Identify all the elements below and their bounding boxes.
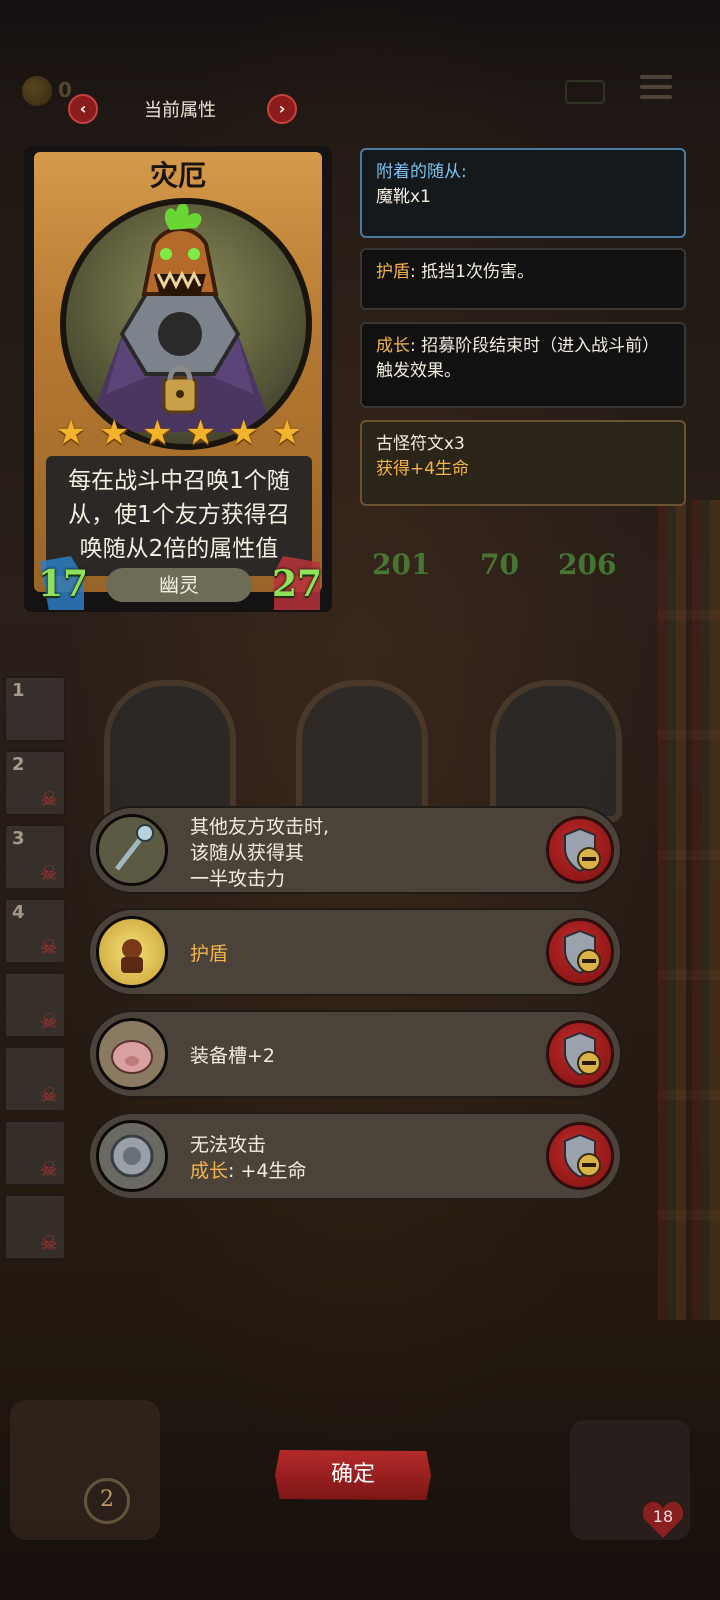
shield-ability-icon [96,916,168,988]
bookshelf-decoration [658,500,720,1320]
ability-text: 装备槽+2 [190,1043,275,1069]
ability-row: 护盾 [88,908,622,996]
slot-number: 4 [12,902,25,923]
rune-box: 古怪符文x3 获得+4生命 [360,420,686,506]
attached-title: 附着的随从: [376,162,467,182]
opponent-slot[interactable]: 4 ☠ [4,898,66,964]
ability-row: 装备槽+2 [88,1010,622,1098]
opponent-slot[interactable]: 3 ☠ [4,824,66,890]
skull-icon: ☠ [40,861,58,885]
star-rating: ★ ★ ★ ★ ★ ★ [54,416,304,450]
rune-title: 古怪符文x3 [376,434,465,454]
prev-button[interactable]: ‹ [68,94,98,124]
treasure-chest-decoration [10,1400,160,1540]
top-bar: 0 [0,60,720,130]
opponent-slot[interactable]: ☠ [4,972,66,1038]
opponent-slot[interactable]: ☠ [4,1046,66,1112]
shield-keyword-box: 护盾: 抵挡1次伤害。 [360,248,686,310]
coin-count: 0 [58,78,72,102]
growth-keyword-box: 成长: 招募阶段结束时（进入战斗前）触发效果。 [360,322,686,408]
board-minion-slot [296,680,428,822]
skull-icon: ☠ [40,1157,58,1181]
shield-keyword-text: : 抵挡1次伤害。 [410,262,534,282]
board-minion-slot [490,680,622,822]
ability-line: 其他友方攻击时, [190,816,330,838]
card-description: 每在战斗中召唤1个随从，使1个友方获得召唤随从2倍的属性值 [68,468,290,562]
star-icon: ★ [98,413,130,453]
chevron-left-icon: ‹ [79,99,87,118]
remove-ability-button[interactable] [546,816,614,884]
slot-number: 2 [12,754,25,775]
growth-keyword: 成长 [376,336,410,356]
page-title: 当前属性 [144,100,216,121]
ability-row: 其他友方攻击时, 该随从获得其 一半攻击力 [88,806,622,894]
remove-ability-button[interactable] [546,918,614,986]
skull-icon: ☠ [40,935,58,959]
health-value: 27 [272,563,323,605]
remove-ability-button[interactable] [546,1122,614,1190]
board-number: 201 [372,548,431,581]
tavern-level-badge: 2 [84,1478,130,1524]
menu-icon[interactable] [640,75,672,101]
star-icon: ★ [142,413,173,453]
stone-coin-icon [96,1120,168,1192]
ability-text: 其他友方攻击时, 该随从获得其 一半攻击力 [190,814,329,892]
slot-number: 3 [12,828,25,849]
remove-ability-button[interactable] [546,1020,614,1088]
ability-row: 无法攻击 成长: +4生命 [88,1112,622,1200]
ability-line: 护盾 [190,943,229,965]
energy-icon [565,80,605,104]
skull-icon: ☠ [40,1083,58,1107]
opponent-slot[interactable]: ☠ [4,1194,66,1260]
board-minion-slot [104,680,236,822]
shield-minus-icon [564,1133,601,1179]
star-icon: ★ [271,413,303,453]
ability-line: 成长: +4生命 [190,1158,306,1184]
star-icon: ★ [185,413,216,453]
shield-keyword: 护盾 [376,262,410,282]
ability-text: 护盾 [190,941,228,967]
card-name: 灾厄 [149,159,206,192]
opponent-slot[interactable]: 1 [4,676,66,742]
ability-line: 装备槽+2 [190,1045,276,1067]
minion-card: 灾厄 ★ ★ ★ ★ ★ ★ 每在战斗中召唤1个随从，使1个友方获得召唤随从2倍… [24,146,332,612]
skull-icon: ☠ [40,1231,58,1255]
attached-minion-box: 附着的随从: 魔靴x1 [360,148,686,238]
slot-number: 1 [12,680,25,701]
pig-icon [96,1018,168,1090]
growth-keyword-text: : 招募阶段结束时（进入战斗前）触发效果。 [376,336,660,381]
confirm-button[interactable]: 确定 [275,1450,431,1500]
shield-minus-icon [564,827,601,873]
board-number: 70 [480,548,519,581]
ability-line: 无法攻击 [190,1134,267,1156]
rune-text: 获得+4生命 [376,459,470,479]
growth-keyword: 成长 [190,1160,229,1182]
shield-minus-icon [564,929,601,975]
coin-icon [22,76,52,106]
scepter-icon [96,814,168,886]
tribe-label: 幽灵 [106,568,252,602]
opponent-slot[interactable]: ☠ [4,1120,66,1186]
shield-minus-icon [564,1031,601,1077]
ability-line: 一半攻击力 [190,868,286,890]
card-description-box: 每在战斗中召唤1个随从，使1个友方获得召唤随从2倍的属性值 [46,456,312,576]
ability-line: 该随从获得其 [190,842,305,864]
next-button[interactable]: › [267,94,297,124]
chevron-right-icon: › [278,99,286,118]
skull-icon: ☠ [40,787,58,811]
attack-value: 17 [38,563,89,605]
attached-value: 魔靴x1 [376,187,431,207]
board-number: 206 [558,548,617,581]
skull-icon: ☠ [40,1009,58,1033]
opponent-slot[interactable]: 2 ☠ [4,750,66,816]
star-icon: ★ [55,413,87,453]
ability-text: 无法攻击 成长: +4生命 [190,1132,306,1184]
growth-effect: : +4生命 [228,1160,307,1182]
pumpkin-lock-monster-icon [86,204,274,432]
star-icon: ★ [228,413,259,453]
